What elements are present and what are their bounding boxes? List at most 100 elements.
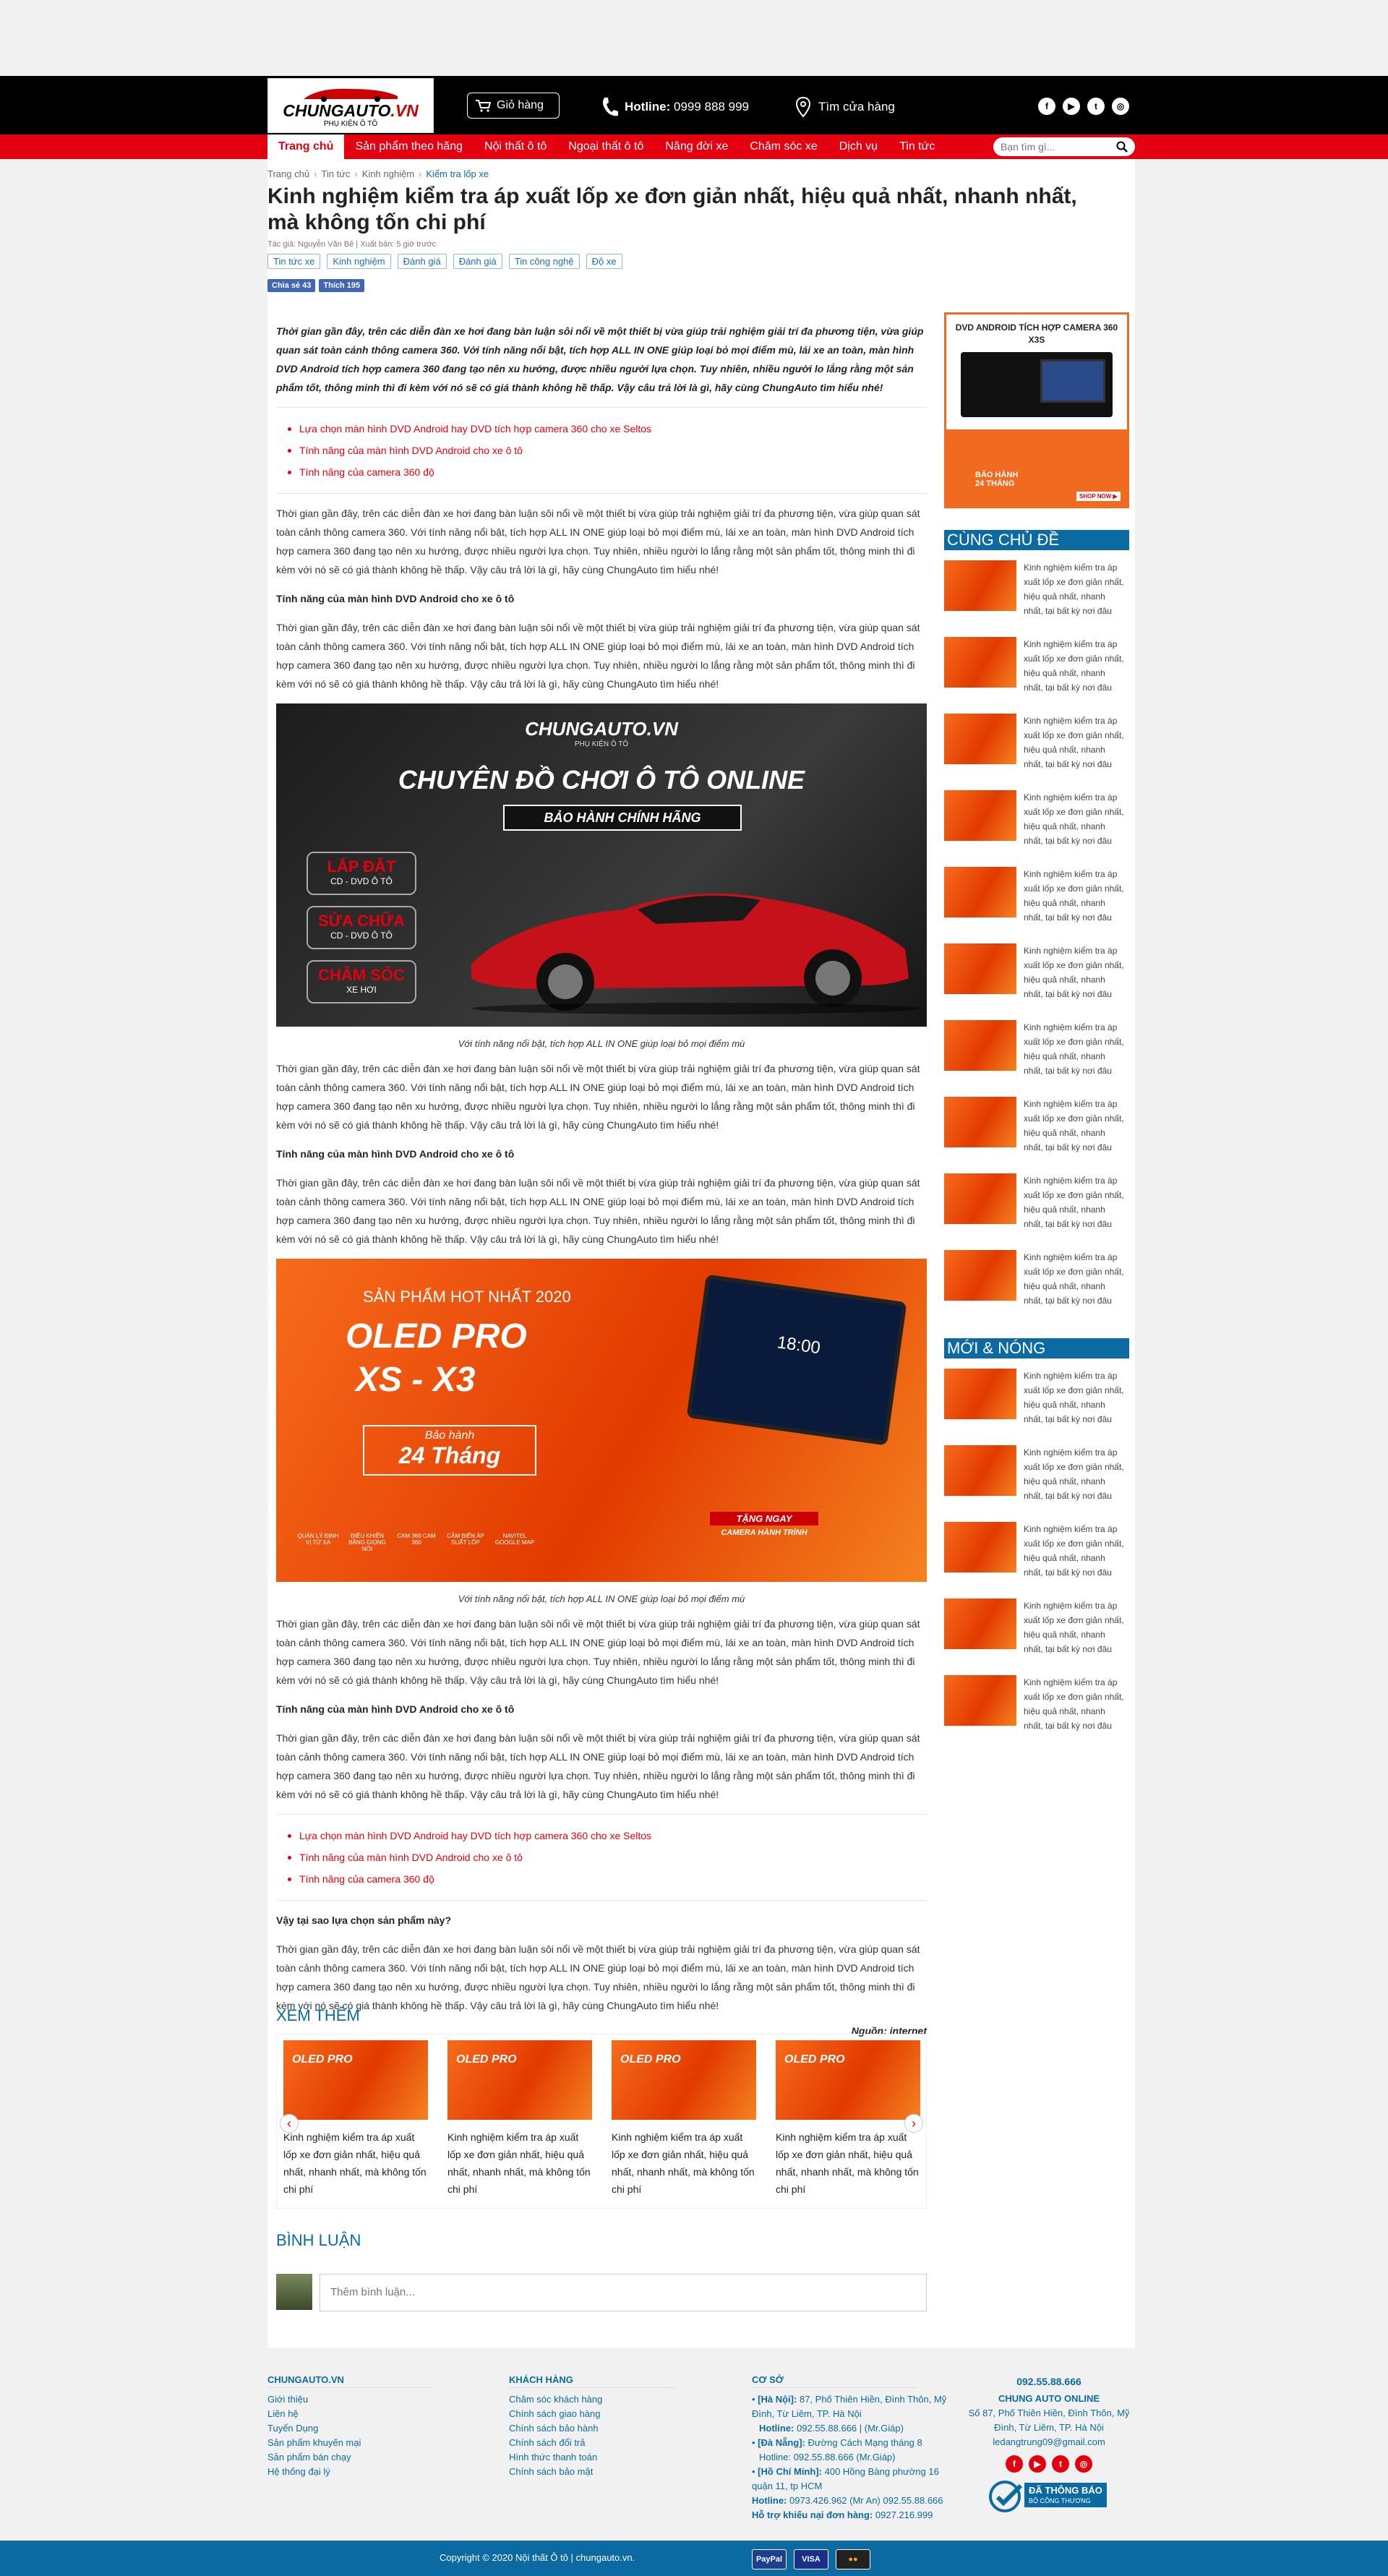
toc-link[interactable]: Lựa chọn màn hình DVD Android hay DVD tí… (276, 418, 927, 440)
breadcrumb-news[interactable]: Tin tức (321, 168, 350, 179)
sidebar-post[interactable]: Kinh nghiệm kiểm tra áp xuất lốp xe đơn … (944, 1173, 1129, 1240)
cart-label: Giỏ hàng (497, 99, 544, 111)
nav-exterior[interactable]: Ngoại thất ô tô (557, 134, 654, 159)
tag[interactable]: Đánh giá (453, 254, 502, 269)
breadcrumb-experience[interactable]: Kinh nghiệm (362, 168, 414, 179)
footer-link[interactable]: Hệ thống đại lý (267, 2465, 434, 2479)
sidebar-post[interactable]: Kinh nghiệm kiểm tra áp xuất lốp xe đơn … (944, 1369, 1129, 1435)
footer-link[interactable]: Sản phẩm khuyến mại (267, 2436, 434, 2450)
sidebar-post[interactable]: Kinh nghiệm kiểm tra áp xuất lốp xe đơn … (944, 1445, 1129, 1512)
nav-interior[interactable]: Nội thất ô tô (474, 134, 557, 159)
nav-products-by-brand[interactable]: Sản phẩm theo hãng (344, 134, 474, 159)
sidebar-post[interactable]: Kinh nghiệm kiểm tra áp xuất lốp xe đơn … (944, 1020, 1129, 1087)
toc-link[interactable]: Tính năng của màn hình DVD Android cho x… (276, 1847, 927, 1868)
badge-line1: ĐÃ THÔNG BÁO (1029, 2485, 1102, 2496)
related-card[interactable]: OLED PRO Kinh nghiệm kiểm tra áp xuất lố… (277, 2040, 434, 2198)
paragraph: Thời gian gần đây, trên các diễn đàn xe … (276, 1943, 920, 2011)
carousel-prev-icon[interactable]: ‹ (280, 2114, 299, 2133)
sidebar-post[interactable]: Kinh nghiệm kiểm tra áp xuất lốp xe đơn … (944, 1097, 1129, 1163)
related-card[interactable]: OLED PRO Kinh nghiệm kiểm tra áp xuất lố… (605, 2040, 763, 2198)
facebook-icon[interactable]: f (1038, 98, 1055, 115)
mastercard-icon: ●● (836, 2549, 870, 2569)
store-label: Tìm cửa hàng (818, 100, 895, 114)
footer-email[interactable]: ledangtrung09@gmail.com (966, 2435, 1132, 2449)
nav-upgrade[interactable]: Nâng đời xe (654, 134, 739, 159)
sidebar-post-text: Kinh nghiệm kiểm tra áp xuất lốp xe đơn … (1024, 1176, 1124, 1229)
toc-link[interactable]: Tính năng của camera 360 độ (276, 1868, 927, 1890)
sidebar-ad-banner[interactable]: DVD ANDROID TÍCH HỢP CAMERA 360 X3S BẢO … (944, 312, 1129, 508)
subheading: Tính năng của màn hình DVD Android cho x… (276, 1148, 515, 1160)
thumb-title: OLED PRO (620, 2053, 681, 2066)
branch-danang: • [Đà Nẵng]: Đường Cách Mạng tháng 8 (752, 2437, 922, 2448)
footer-link[interactable]: Giới thiệu (267, 2392, 434, 2407)
breadcrumb-current[interactable]: Kiểm tra lốp xe (426, 168, 489, 179)
instagram-icon[interactable]: ◎ (1112, 98, 1129, 115)
breadcrumb-home[interactable]: Trang chủ (267, 168, 309, 179)
search-box (993, 137, 1135, 156)
nav-home[interactable]: Trang chủ (267, 134, 345, 159)
hotline[interactable]: Hotline: 0999 888 999 (600, 95, 749, 121)
youtube-icon[interactable]: ▶ (1029, 2455, 1046, 2473)
toc-link[interactable]: Tính năng của camera 360 độ (276, 461, 927, 483)
sidebar-post[interactable]: Kinh nghiệm kiểm tra áp xuất lốp xe đơn … (944, 1522, 1129, 1588)
tag[interactable]: Độ xe (586, 254, 622, 269)
sidebar-post[interactable]: Kinh nghiệm kiểm tra áp xuất lốp xe đơn … (944, 560, 1129, 627)
related-card[interactable]: OLED PRO Kinh nghiệm kiểm tra áp xuất lố… (769, 2040, 927, 2198)
warranty-top: Bảo hành (424, 1429, 475, 1442)
like-button[interactable]: Thích 195 (319, 279, 365, 292)
check-badge-icon (989, 2481, 1023, 2512)
complaint-hotline: Hỗ trợ khiếu nại đơn hàng: 0927.216.999 (752, 2508, 961, 2522)
hotline-label: Hotline: (752, 2495, 787, 2506)
carousel-next-icon[interactable]: › (904, 2114, 923, 2133)
footer-link[interactable]: Chính sách giao hàng (509, 2407, 675, 2421)
share-button[interactable]: Chia sẻ 43 (267, 279, 316, 292)
tag[interactable]: Tin công nghệ (508, 254, 580, 269)
service-title: SỬA CHỮA (317, 912, 406, 930)
twitter-icon[interactable]: t (1087, 98, 1105, 115)
sidebar-post[interactable]: Kinh nghiệm kiểm tra áp xuất lốp xe đơn … (944, 637, 1129, 703)
sidebar-post-text: Kinh nghiệm kiểm tra áp xuất lốp xe đơn … (1024, 1099, 1124, 1152)
cart-button[interactable]: Giỏ hàng (467, 93, 560, 119)
instagram-icon[interactable]: ◎ (1075, 2455, 1092, 2473)
toc-link[interactable]: Lựa chọn màn hình DVD Android hay DVD tí… (276, 1825, 927, 1847)
toc-link[interactable]: Tính năng của màn hình DVD Android cho x… (276, 440, 927, 461)
sidebar-post[interactable]: Kinh nghiệm kiểm tra áp xuất lốp xe đơn … (944, 1250, 1129, 1317)
ministry-badge[interactable]: ĐÃ THÔNG BÁO BỘ CÔNG THƯƠNG (988, 2480, 1110, 2513)
sidebar-post[interactable]: Kinh nghiệm kiểm tra áp xuất lốp xe đơn … (944, 714, 1129, 780)
footer-link[interactable]: Sản phẩm bán chạy (267, 2450, 434, 2465)
search-input[interactable] (993, 137, 1109, 156)
sidebar-post[interactable]: Kinh nghiệm kiểm tra áp xuất lốp xe đơn … (944, 1675, 1129, 1742)
youtube-icon[interactable]: ▶ (1063, 98, 1080, 115)
comment-input[interactable] (320, 2274, 927, 2311)
facebook-icon[interactable]: f (1006, 2455, 1023, 2473)
tag[interactable]: Đánh giá (397, 254, 447, 269)
footer-link[interactable]: Chính sách bảo mật (509, 2465, 675, 2479)
nav-car-care[interactable]: Chăm sóc xe (739, 134, 828, 159)
sidebar-post[interactable]: Kinh nghiệm kiểm tra áp xuất lốp xe đơn … (944, 943, 1129, 1010)
logo-suffix: .VN (390, 101, 419, 120)
twitter-icon[interactable]: t (1052, 2455, 1069, 2473)
footer-link[interactable]: Chính sách đổi trả (509, 2436, 675, 2450)
tag-list: Tin tức xe Kinh nghiệm Đánh giá Đánh giá… (267, 254, 622, 269)
main-nav: Trang chủ Sản phẩm theo hãng Nội thất ô … (0, 134, 1388, 159)
sidebar-thumbnail (944, 790, 1016, 841)
sidebar-post[interactable]: Kinh nghiệm kiểm tra áp xuất lốp xe đơn … (944, 867, 1129, 933)
footer-link[interactable]: Chính sách bảo hành (509, 2421, 675, 2436)
nav-news[interactable]: Tin tức (888, 134, 946, 159)
site-logo[interactable]: CHUNGAUTO.VN PHỤ KIỆN Ô TÔ (267, 78, 434, 133)
sidebar-post[interactable]: Kinh nghiệm kiểm tra áp xuất lốp xe đơn … (944, 790, 1129, 857)
footer-link[interactable]: Hình thức thanh toán (509, 2450, 675, 2465)
image-caption: Với tính năng nổi bật, tích hợp ALL IN O… (458, 1038, 745, 1049)
search-icon[interactable] (1116, 141, 1128, 153)
tag[interactable]: Tin tức xe (267, 254, 321, 269)
footer-link[interactable]: Liên hệ (267, 2407, 434, 2421)
footer-link[interactable]: Chăm sóc khách hàng (509, 2392, 675, 2407)
related-card[interactable]: OLED PRO Kinh nghiệm kiểm tra áp xuất lố… (441, 2040, 599, 2198)
store-locator-link[interactable]: Tìm cửa hàng (795, 95, 895, 121)
footer-link[interactable]: Tuyển Dụng (267, 2421, 434, 2436)
paragraph: Thời gian gần đây, trên các diễn đàn xe … (276, 1618, 920, 1686)
breadcrumb-separator: › (419, 168, 422, 179)
nav-services[interactable]: Dịch vụ (828, 134, 888, 159)
tag[interactable]: Kinh nghiệm (327, 254, 391, 269)
sidebar-post[interactable]: Kinh nghiệm kiểm tra áp xuất lốp xe đơn … (944, 1599, 1129, 1665)
